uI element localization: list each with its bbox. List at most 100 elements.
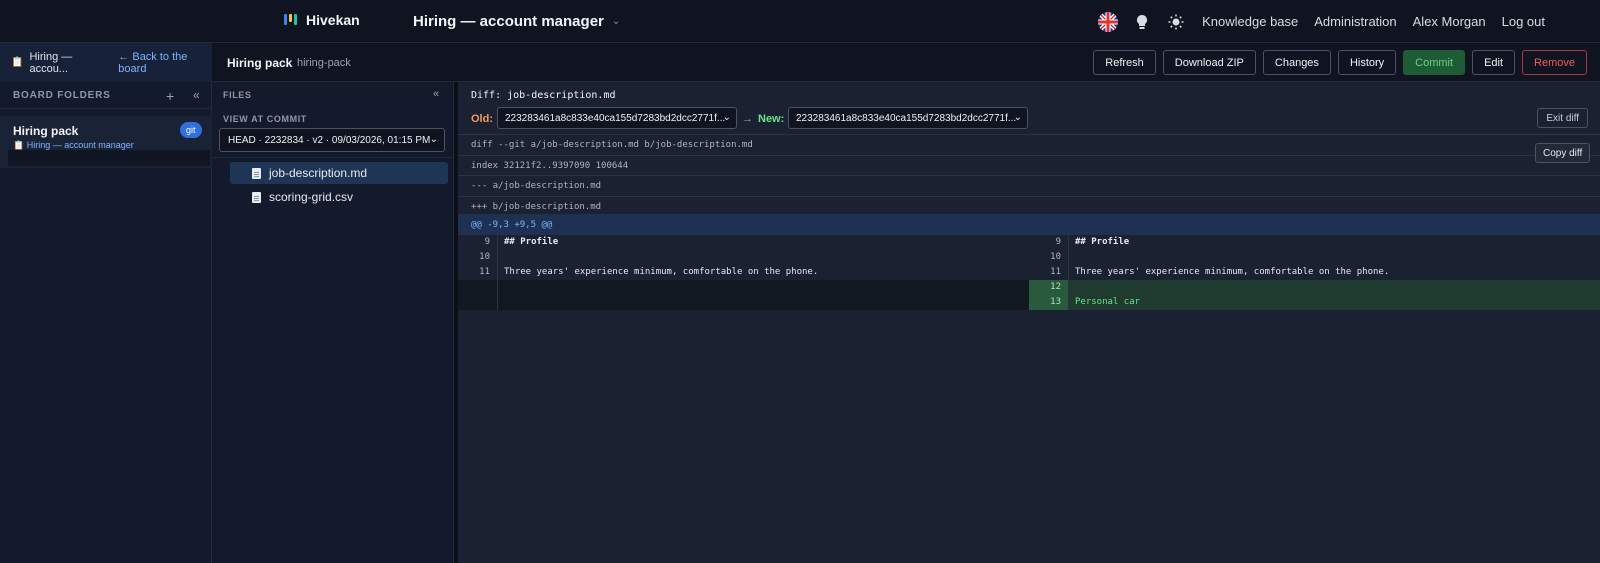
- line-number: 11: [458, 265, 498, 280]
- commit-select[interactable]: HEAD · 2232834 · v2 · 09/03/2026, 01:15 …: [219, 128, 445, 152]
- diff-new-side: 9 ## Profile 10 11 Three years' experience…: [1029, 235, 1600, 310]
- board-title: Hiring — account manager: [413, 13, 604, 30]
- line-text: [498, 250, 504, 265]
- top-bar: Hivekan Hiring — account manager ⌄ Knowl…: [0, 0, 1600, 43]
- diff-line: 11 Three years' experience minimum, comfo…: [458, 265, 1029, 280]
- diff-line: 10: [1029, 250, 1600, 265]
- file-item-job-description[interactable]: job-description.md: [230, 162, 448, 184]
- uk-flag-icon[interactable]: [1098, 11, 1119, 32]
- commit-select-value: HEAD · 2232834 · v2 · 09/03/2026, 01:15 …: [228, 134, 431, 146]
- old-label: Old:: [471, 113, 493, 125]
- diff-meta-line: --- a/job-description.md: [458, 175, 1600, 196]
- diff-line: 9 ## Profile: [458, 235, 1029, 250]
- new-commit-select[interactable]: 223283461a8c833e40ca155d7283bd2dcc2771f.…: [788, 107, 1028, 129]
- diff-meta-line: diff --git a/job-description.md b/job-de…: [458, 134, 1600, 155]
- hivekan-logo-icon: [284, 14, 297, 26]
- diff-line: 11 Three years' experience minimum, comfo…: [1029, 265, 1600, 280]
- line-text: [498, 280, 504, 295]
- new-commit-value: 223283461a8c833e40ca155d7283bd2dcc2771f.…: [796, 112, 1017, 124]
- diff-hunk-header: @@ -9,3 +9,5 @@: [458, 214, 1600, 235]
- folder-board-label: Hiring — account manager: [26, 140, 134, 150]
- board-switcher[interactable]: Hiring — account manager ⌄: [413, 13, 620, 30]
- line-text: [1069, 250, 1075, 265]
- folder-progress-bar: [8, 150, 210, 166]
- line-number: 12: [1029, 280, 1069, 295]
- diff-meta-line: index 32121f2..9397090 100644: [458, 155, 1600, 176]
- nav-logout[interactable]: Log out: [1502, 14, 1545, 29]
- history-button[interactable]: History: [1337, 50, 1397, 75]
- download-zip-button[interactable]: Download ZIP: [1162, 50, 1256, 75]
- line-text: ## Profile: [504, 237, 559, 247]
- board-folders-sidebar: BOARD FOLDERS + « Hiring pack 📋 Hiring —…: [0, 82, 212, 563]
- diff-line-added: 13 Personal car: [1029, 295, 1600, 310]
- line-number: 10: [458, 250, 498, 265]
- nav-user[interactable]: Alex Morgan: [1413, 14, 1486, 29]
- old-commit-select[interactable]: 223283461a8c833e40ca155d7283bd2dcc2771f.…: [497, 107, 737, 129]
- exit-diff-button[interactable]: Exit diff: [1537, 108, 1588, 128]
- clipboard-icon: 📋: [11, 57, 24, 68]
- diff-line-empty: [458, 295, 1029, 310]
- line-text: [1069, 280, 1075, 295]
- sidebar-heading: BOARD FOLDERS + «: [0, 82, 211, 109]
- breadcrumb-board[interactable]: Hiring — accou...: [29, 51, 108, 75]
- copy-diff-button[interactable]: Copy diff: [1535, 143, 1591, 163]
- line-text: Personal car: [1075, 297, 1141, 307]
- line-text: ## Profile: [1075, 237, 1130, 247]
- file-icon: [252, 167, 261, 179]
- commit-button[interactable]: Commit: [1403, 50, 1466, 75]
- collapse-icon[interactable]: «: [433, 88, 440, 100]
- view-at-commit-label: VIEW AT COMMIT: [223, 114, 307, 124]
- line-text: [498, 295, 504, 310]
- arrow-right-icon: →: [742, 113, 753, 125]
- chevron-down-icon: ⌄: [1013, 112, 1022, 123]
- line-text: Three years' experience minimum, comfort…: [1075, 267, 1390, 277]
- folder-name: Hiring pack: [13, 124, 79, 138]
- plus-icon[interactable]: +: [166, 88, 175, 104]
- line-number: 9: [458, 235, 498, 250]
- changes-button[interactable]: Changes: [1262, 50, 1331, 75]
- nav-knowledge-base[interactable]: Knowledge base: [1202, 14, 1298, 29]
- file-item-scoring-grid[interactable]: scoring-grid.csv: [230, 186, 448, 208]
- diff-line-added: 12: [1029, 280, 1600, 295]
- chevron-down-icon: ⌄: [722, 112, 731, 123]
- edit-button[interactable]: Edit: [1472, 50, 1516, 75]
- sidebar-item-hiring-pack[interactable]: Hiring pack 📋 Hiring — account manager g…: [0, 116, 212, 168]
- collapse-icon[interactable]: «: [193, 88, 200, 102]
- file-name: scoring-grid.csv: [269, 190, 354, 204]
- lightbulb-icon[interactable]: [1132, 12, 1152, 32]
- files-heading-label: FILES: [223, 89, 252, 100]
- old-commit-value: 223283461a8c833e40ca155d7283bd2dcc2771f.…: [505, 112, 726, 124]
- sidebar-heading-label: BOARD FOLDERS: [13, 89, 111, 101]
- diff-old-side: 9 ## Profile 10 11 Three years' experience…: [458, 235, 1029, 310]
- refresh-button[interactable]: Refresh: [1093, 50, 1156, 75]
- sub-header: 📋 Hiring — accou... ← Back to the board …: [0, 43, 1600, 82]
- diff-view: Diff: job-description.md Old: 223283461a…: [458, 82, 1600, 563]
- line-number: 13: [1029, 295, 1069, 310]
- pack-slug: hiring-pack: [297, 57, 351, 69]
- diff-title: Diff: job-description.md: [471, 90, 616, 101]
- git-badge: git: [180, 122, 202, 138]
- line-number: 11: [1029, 265, 1069, 280]
- sun-icon[interactable]: [1166, 12, 1186, 32]
- file-name: job-description.md: [269, 166, 368, 180]
- divider: [212, 157, 453, 158]
- pack-title: Hiring pack: [227, 56, 293, 70]
- file-icon: [252, 191, 261, 203]
- line-number: 9: [1029, 235, 1069, 250]
- app-name: Hivekan: [306, 12, 360, 28]
- breadcrumb: 📋 Hiring — accou... ← Back to the board: [0, 43, 212, 82]
- chevron-down-icon: ⌄: [429, 134, 438, 145]
- back-to-board-link[interactable]: ← Back to the board: [118, 51, 212, 75]
- line-number: 10: [1029, 250, 1069, 265]
- app-logo[interactable]: Hivekan: [284, 12, 360, 28]
- remove-button[interactable]: Remove: [1522, 50, 1587, 75]
- diff-line: 10: [458, 250, 1029, 265]
- line-number: [458, 295, 498, 310]
- line-number: [458, 280, 498, 295]
- nav-administration[interactable]: Administration: [1314, 14, 1396, 29]
- new-label: New:: [758, 113, 785, 125]
- files-panel: FILES « VIEW AT COMMIT HEAD · 2232834 · …: [212, 82, 454, 563]
- diff-line-empty: [458, 280, 1029, 295]
- diff-line: 9 ## Profile: [1029, 235, 1600, 250]
- line-text: Three years' experience minimum, comfort…: [504, 267, 819, 277]
